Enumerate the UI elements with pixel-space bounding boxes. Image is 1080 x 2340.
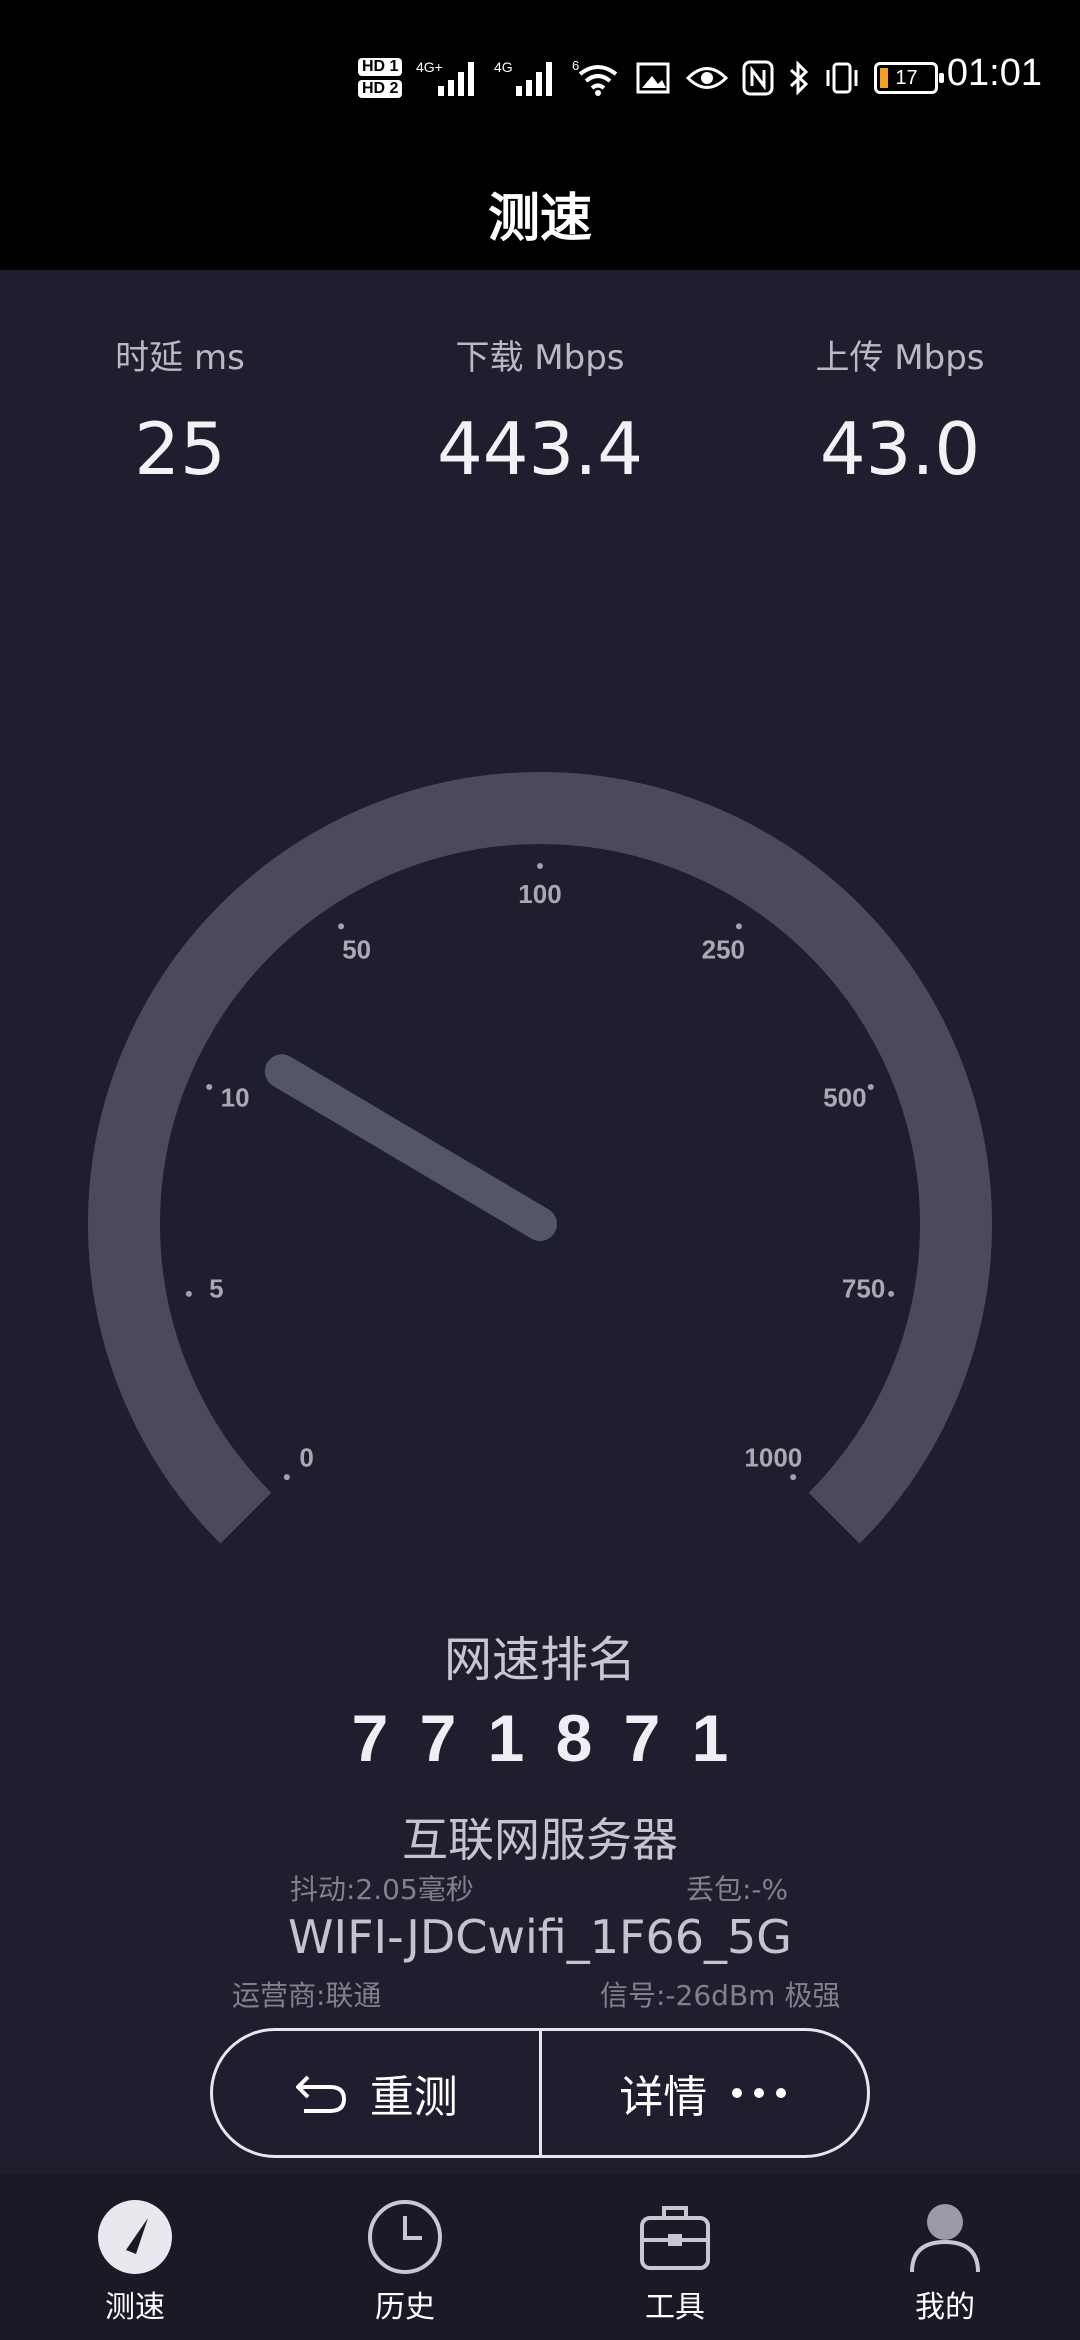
gauge-tick: [537, 863, 543, 869]
gauge-tick: [185, 1290, 192, 1297]
latency-value: 25: [134, 407, 226, 491]
download-label: 下载 Mbps: [455, 338, 625, 378]
eye-icon: [686, 67, 729, 89]
gauge-label: 1000: [744, 1442, 802, 1472]
gauge-tick: [735, 923, 742, 930]
gauge-tick: [888, 1290, 895, 1297]
more-dots-icon: [732, 2088, 787, 2098]
gauge-label: 250: [702, 935, 745, 965]
speedometer-icon: [98, 2200, 172, 2274]
latency-label: 时延 ms: [115, 338, 245, 378]
gauge-tick: [338, 923, 345, 930]
gauge-label: 500: [823, 1083, 866, 1113]
details-button[interactable]: 详情: [542, 2031, 868, 2155]
svg-text:6: 6: [572, 58, 579, 73]
status-bar: HD 1 HD 2 4G+ 4G 6 17 01:01: [0, 0, 1080, 156]
gauge-tick: [206, 1083, 213, 1090]
packet-loss-text: 丢包:-%: [686, 1873, 789, 1906]
gauge-tick: [790, 1474, 797, 1481]
upload-value: 43.0: [819, 407, 981, 491]
signal-text: 信号:-26dBm 极强: [600, 1979, 841, 2012]
vibrate-icon: [826, 62, 858, 94]
upload-metric: 上传 Mbps 43.0: [720, 330, 1080, 491]
gauge-label: 0: [299, 1442, 313, 1472]
image-alert-icon: [636, 62, 670, 94]
user-icon: [910, 2204, 980, 2273]
status-time: 01:01: [946, 52, 1042, 94]
nav-item-speedtest[interactable]: 测速: [0, 2174, 270, 2340]
rank-digit: 8: [555, 1701, 593, 1775]
carrier-text: 运营商:联通: [232, 1979, 382, 2012]
bluetooth-icon: [790, 60, 809, 96]
rank-digit: 7: [351, 1701, 389, 1775]
status-icons: HD 1 HD 2 4G+ 4G 6 17: [358, 48, 945, 108]
gauge-label: 100: [518, 879, 561, 909]
nav-label: 工具: [645, 2290, 705, 2325]
gauge-tick: [283, 1474, 290, 1481]
gauge-tick: [867, 1083, 874, 1090]
gauge-label: 10: [221, 1083, 250, 1113]
battery-icon: 17: [874, 62, 945, 94]
gauge-arc: [88, 772, 992, 1544]
nav-item-mine[interactable]: 我的: [810, 2174, 1080, 2340]
gauge-label: 750: [842, 1273, 885, 1303]
gauge-label: 50: [342, 935, 371, 965]
bottom-nav: 测速 历史 工具 我的: [0, 2174, 1080, 2340]
rank-digits: 7 7 1 8 7 1: [0, 1700, 1080, 1776]
clock-icon: [368, 2200, 442, 2274]
return-arrow-icon: [295, 2075, 346, 2113]
retest-label: 重测: [369, 2072, 458, 2123]
hd-icon: HD 1 HD 2: [358, 58, 403, 98]
wifi-icon: 6: [572, 58, 618, 96]
nav-item-history[interactable]: 历史: [270, 2174, 540, 2340]
rank-digit: 7: [623, 1701, 661, 1775]
rank-title: 网速排名: [443, 1632, 636, 1688]
nav-label: 测速: [105, 2290, 165, 2325]
svg-text:4G+: 4G+: [416, 59, 443, 75]
rank-digit: 1: [691, 1701, 729, 1775]
download-value: 443.4: [436, 407, 644, 491]
latency-metric: 时延 ms 25: [0, 330, 360, 491]
rank-digit: 7: [419, 1701, 457, 1775]
svg-text:4G: 4G: [494, 59, 513, 75]
wifi-name: WIFI-JDCwifi_1F66_5G: [288, 1910, 792, 1964]
signal-icon: 4G: [494, 59, 553, 96]
signal-icon: 4G+: [416, 59, 475, 96]
nav-label: 我的: [915, 2290, 975, 2325]
speedtest-main: 时延 ms 25 下载 Mbps 443.4 上传 Mbps 43.0 0 5 10…: [0, 270, 1080, 2174]
toolbox-icon: [640, 2206, 710, 2270]
nfc-icon: [742, 60, 774, 96]
jitter-text: 抖动:2.05毫秒: [290, 1873, 474, 1906]
speed-gauge: 0 5 10 50 100 250 500 750 1000: [88, 772, 992, 1544]
gauge-needle: [264, 1054, 557, 1241]
action-buttons: 重测 详情: [210, 2028, 870, 2158]
nav-label: 历史: [375, 2290, 435, 2325]
nav-item-tools[interactable]: 工具: [540, 2174, 810, 2340]
server-name: 互联网服务器: [402, 1813, 678, 1867]
rank-digit: 1: [487, 1701, 525, 1775]
upload-label: 上传 Mbps: [815, 338, 985, 378]
retest-button[interactable]: 重测: [213, 2031, 539, 2155]
page-title: 测速: [487, 188, 592, 249]
details-label: 详情: [619, 2072, 708, 2123]
gauge-label: 5: [209, 1273, 223, 1303]
download-metric: 下载 Mbps 443.4: [360, 330, 720, 491]
page-header: 测速: [0, 156, 1080, 270]
